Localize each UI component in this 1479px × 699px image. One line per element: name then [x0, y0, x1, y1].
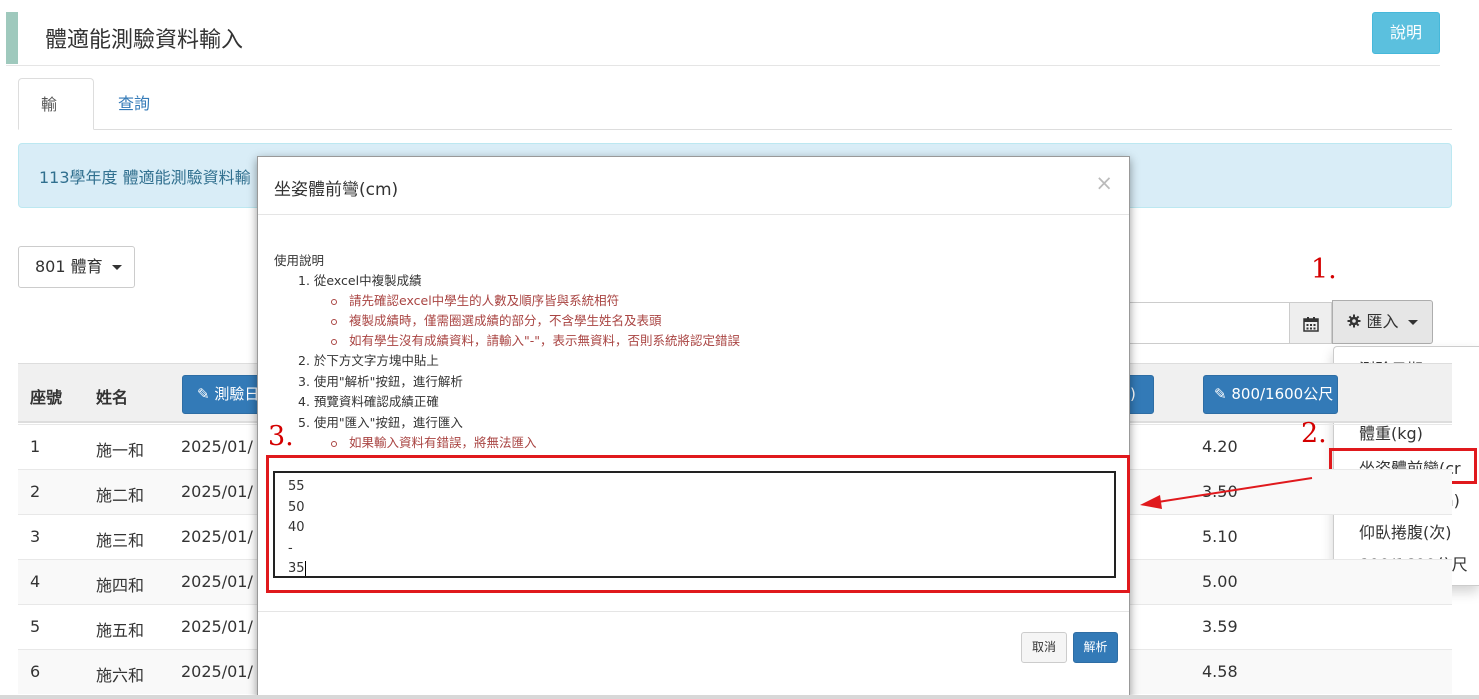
name-cell: 施五和	[96, 621, 145, 640]
date-cell: 2025/01/	[181, 482, 253, 501]
annotation-step-2: 2.	[1301, 418, 1327, 449]
edit-icon: ✎	[197, 385, 210, 403]
arrow-icon	[1140, 477, 1313, 509]
instruction-note: 請先確認excel中學生的人數及順序皆與系統相符	[331, 290, 619, 309]
date-cell: 2025/01/	[181, 617, 253, 636]
test-date-column-label: 測驗日	[214, 385, 260, 403]
info-alert-text: 113學年度 體適能測驗資料輸	[39, 168, 251, 187]
annotation-step-3: 3.	[268, 421, 294, 452]
header-seat: 座號	[30, 388, 63, 407]
bullet-icon	[331, 298, 337, 305]
page-title: 體適能測驗資料輸入	[45, 28, 244, 53]
date-input[interactable]	[1124, 302, 1290, 344]
modal-footer-divider	[258, 611, 1129, 612]
run-cell: 5.10	[1202, 527, 1238, 546]
run-column-button[interactable]: ✎ 800/1600公尺	[1203, 375, 1338, 414]
annotation-step-1: 1.	[1311, 254, 1337, 285]
run-cell: 4.20	[1202, 437, 1238, 456]
page-header: 體適能測驗資料輸入	[6, 8, 1440, 66]
instruction-step-4: 4. 預覽資料確認成績正確	[298, 394, 439, 409]
bullet-icon	[331, 440, 337, 447]
seat-cell: 4	[30, 572, 41, 591]
name-cell: 施四和	[96, 576, 145, 595]
calendar-icon	[1302, 314, 1319, 332]
run-cell: 4.58	[1202, 662, 1238, 681]
date-cell: 2025/01/	[181, 662, 253, 681]
tab-query[interactable]: 查詢	[96, 78, 172, 130]
instruction-step-3: 3. 使用"解析"按鈕，進行解析	[298, 374, 463, 389]
instruction-step-2: 2. 於下方文字方塊中貼上	[298, 353, 439, 368]
import-modal: 坐姿體前彎(cm) × 使用說明 1. 從excel中複製成績 請先確認exce…	[257, 156, 1130, 699]
modal-header: 坐姿體前彎(cm) ×	[258, 157, 1129, 215]
bullet-icon	[331, 318, 337, 325]
header-name: 姓名	[96, 388, 129, 407]
seat-cell: 1	[30, 437, 41, 456]
seat-cell: 6	[30, 662, 41, 681]
parse-button[interactable]: 解析	[1073, 632, 1118, 663]
instructions-title: 使用說明	[274, 253, 325, 268]
edit-icon: ✎	[1214, 385, 1227, 403]
help-button[interactable]: 說明	[1372, 12, 1440, 54]
tab-bar: 輸入 查詢	[18, 78, 1452, 166]
class-dropdown-button[interactable]: 801 體育	[18, 246, 135, 288]
import-dropdown-button[interactable]: 匯入	[1332, 300, 1433, 344]
textarea-highlight-box	[266, 455, 1130, 593]
seat-cell: 2	[30, 482, 41, 501]
gear-icon	[1347, 312, 1366, 331]
import-label: 匯入	[1366, 312, 1399, 331]
bullet-icon	[331, 338, 337, 345]
name-cell: 施三和	[96, 531, 145, 550]
close-icon[interactable]: ×	[1095, 171, 1113, 195]
run-column-label: 800/1600公尺	[1231, 385, 1334, 403]
name-cell: 施六和	[96, 666, 145, 685]
name-cell: 施一和	[96, 441, 145, 460]
caret-down-icon	[111, 265, 122, 270]
header-accent-bar	[6, 12, 18, 64]
instruction-note: 如果輸入資料有錯誤，將無法匯入	[331, 432, 537, 451]
run-cell: 5.00	[1202, 572, 1238, 591]
instruction-note: 複製成績時，僅需圈選成績的部分，不含學生姓名及表頭	[331, 310, 662, 329]
instruction-note: 如有學生沒有成績資料，請輸入"-"，表示無資料，否則系統將認定錯誤	[331, 330, 740, 349]
cancel-button[interactable]: 取消	[1021, 632, 1067, 663]
class-dropdown-label: 801 體育	[35, 257, 103, 276]
seat-cell: 5	[30, 617, 41, 636]
name-cell: 施二和	[96, 486, 145, 505]
modal-title: 坐姿體前彎(cm)	[274, 180, 399, 200]
date-cell: 2025/01/	[181, 437, 253, 456]
date-cell: 2025/01/	[181, 572, 253, 591]
calendar-button[interactable]	[1289, 302, 1332, 344]
tab-input[interactable]: 輸入	[18, 78, 94, 166]
horizontal-scrollbar[interactable]	[0, 695, 1479, 699]
instruction-step-1: 1. 從excel中複製成績	[298, 273, 422, 288]
run-cell: 3.59	[1202, 617, 1238, 636]
instruction-step-5: 5. 使用"匯入"按鈕，進行匯入	[298, 415, 463, 430]
seat-cell: 3	[30, 527, 41, 546]
date-cell: 2025/01/	[181, 527, 253, 546]
caret-down-icon	[1407, 320, 1418, 325]
